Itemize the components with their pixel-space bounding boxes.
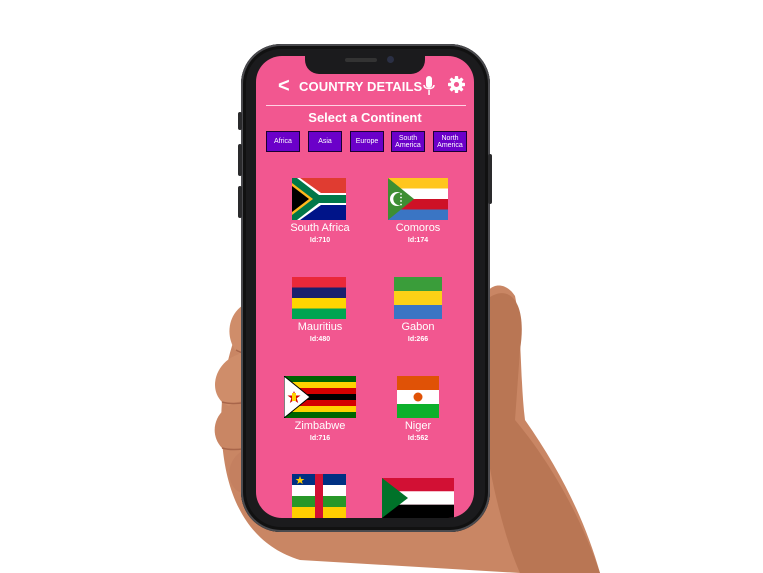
south-africa-flag-icon — [292, 178, 346, 220]
front-camera — [387, 56, 394, 63]
country-name: Zimbabwe — [294, 420, 346, 432]
comoros-flag-icon — [388, 178, 448, 220]
power-button — [488, 154, 492, 204]
country-name: Comoros — [395, 222, 441, 234]
country-card-gabon[interactable]: Gabon Id:266 — [368, 275, 468, 350]
phone-notch — [305, 52, 425, 74]
volume-up-button — [238, 144, 242, 176]
country-card-zimbabwe[interactable]: Zimbabwe Id:716 — [270, 374, 370, 449]
country-id: Id:562 — [407, 435, 429, 442]
country-card-niger[interactable]: Niger Id:562 — [368, 374, 468, 449]
country-card-mauritius[interactable]: Mauritius Id:480 — [270, 275, 370, 350]
country-id: Id:266 — [407, 336, 429, 343]
chip-south-america[interactable]: South America — [391, 131, 425, 152]
chip-north-america[interactable]: North America — [433, 131, 467, 152]
country-card-south-africa[interactable]: South Africa Id:710 — [270, 176, 370, 251]
country-name: Gabon — [401, 321, 435, 333]
header-divider — [266, 105, 466, 106]
sudan-flag-icon — [382, 478, 454, 518]
country-id: Id:174 — [407, 237, 429, 244]
country-name: Niger — [404, 420, 432, 432]
app-bar: < COUNTRY DETAILS — [256, 70, 474, 100]
chip-africa[interactable]: Africa — [266, 131, 300, 152]
volume-down-button — [238, 186, 242, 218]
country-name: South Africa — [290, 222, 350, 234]
app-screen: < COUNTRY DETAILS Select a Continent Afr… — [256, 56, 474, 518]
microphone-icon[interactable] — [423, 76, 435, 96]
country-name: Mauritius — [297, 321, 343, 333]
country-card-comoros[interactable]: Comoros Id:174 — [368, 176, 468, 251]
chip-asia[interactable]: Asia — [308, 131, 342, 152]
mute-switch — [238, 112, 242, 130]
continent-heading: Select a Continent — [308, 110, 422, 125]
country-id: Id:710 — [309, 237, 331, 244]
country-id: Id:480 — [309, 336, 331, 343]
page-title: COUNTRY DETAILS — [299, 79, 423, 94]
back-button[interactable]: < — [278, 76, 290, 96]
continent-selector: Africa Asia Europe South America North A… — [266, 131, 470, 153]
niger-flag-icon — [397, 376, 439, 418]
country-card-sudan[interactable] — [368, 472, 468, 518]
mauritius-flag-icon — [292, 277, 346, 319]
chip-europe[interactable]: Europe — [350, 131, 384, 152]
zimbabwe-flag-icon — [284, 376, 356, 418]
central-african-republic-flag-icon — [292, 474, 346, 518]
gabon-flag-icon — [394, 277, 442, 319]
country-card-central-african-republic[interactable] — [270, 472, 370, 518]
country-id: Id:716 — [309, 435, 331, 442]
earpiece-speaker — [345, 58, 377, 62]
gear-icon[interactable] — [448, 76, 465, 93]
